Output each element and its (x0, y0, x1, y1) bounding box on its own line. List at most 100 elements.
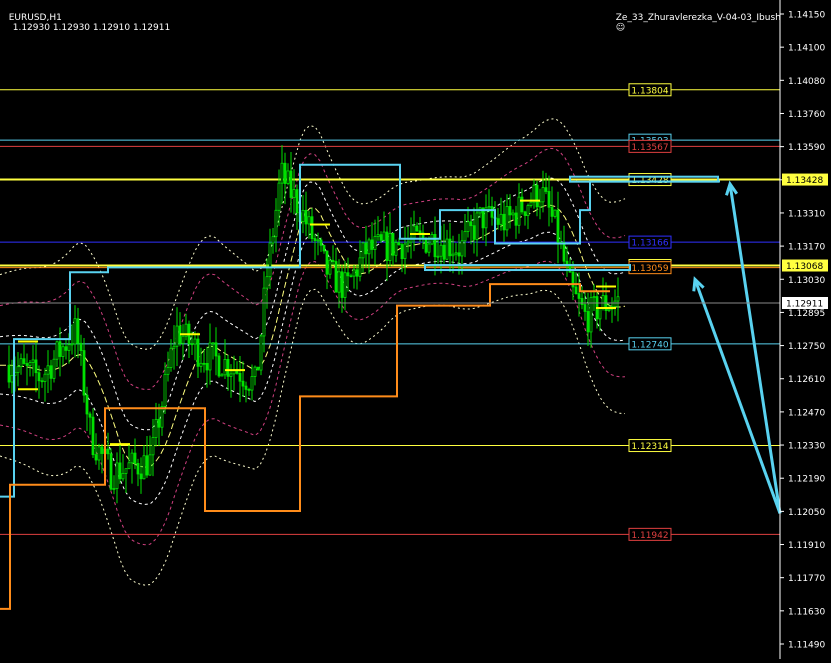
candle-body (517, 196, 521, 226)
candle-body (268, 242, 272, 278)
indicator-name: Ze_33_Zhuravlerezka_V-04-03_Ibush (615, 13, 781, 23)
candle-body (406, 241, 410, 245)
candle-body (475, 212, 479, 240)
axis-tick-label: 1.14080 (788, 77, 825, 87)
candle-body (607, 308, 611, 311)
candle-body (541, 187, 545, 203)
candle-body (397, 242, 401, 245)
candle-body (55, 341, 59, 360)
candle-body (514, 212, 518, 226)
candle-body (355, 269, 359, 277)
candle-body (163, 373, 167, 407)
candle-body (61, 346, 65, 357)
candle-body (217, 355, 221, 377)
candle-body (238, 372, 242, 382)
candle-body (100, 446, 104, 454)
axis-tick-label: 1.11490 (788, 641, 825, 651)
candle-body (370, 239, 374, 250)
axis-tick-label: 1.12750 (788, 342, 825, 352)
candle-body (229, 373, 233, 377)
axis-level-tag-label-1: 1.13068 (786, 262, 823, 272)
candle-body (193, 338, 197, 345)
candle-body (25, 363, 29, 366)
candle-body (145, 455, 149, 476)
candle-body (280, 162, 284, 184)
candle-body (73, 318, 77, 345)
candle-body (388, 233, 392, 261)
axis-tick-label: 1.12895 (788, 309, 825, 319)
candle-body (16, 366, 20, 374)
envelope-mid-upper (0, 147, 626, 391)
ohlc-values: 1.12930 1.12930 1.12910 1.12911 (12, 23, 171, 33)
candle-body (520, 196, 524, 213)
candle-body (457, 252, 461, 257)
candle-body (142, 455, 146, 480)
candle-body (529, 201, 533, 206)
axis-tick-label: 1.13760 (788, 110, 825, 120)
candle-body (547, 191, 551, 208)
chart-canvas: 1.138041.135931.135671.134281.131661.130… (0, 0, 831, 659)
candle-body (286, 170, 290, 184)
axis-tick-label: 1.12050 (788, 508, 825, 518)
candle-body (223, 359, 227, 376)
candle-body (220, 374, 224, 377)
axis-tick-label: 1.12190 (788, 475, 825, 485)
candle-body (124, 468, 128, 474)
candle-body (436, 255, 440, 258)
candle-body (556, 209, 560, 245)
candle-body (313, 238, 317, 241)
candle-body (160, 406, 164, 428)
candle-body (19, 358, 23, 368)
candle-body (580, 298, 584, 305)
candle-body (385, 231, 389, 261)
candle-body (424, 238, 428, 253)
candle-body (109, 453, 113, 490)
axis-tick-label: 1.14150 (788, 11, 825, 21)
candle-body (346, 272, 350, 277)
candle-body (154, 418, 158, 438)
candle-body (289, 170, 293, 198)
candle-body (442, 244, 446, 260)
candle-body (208, 342, 212, 371)
axis-tick-label: 1.13590 (788, 143, 825, 153)
candle-body (265, 276, 269, 289)
arrow-shaft-1 (693, 278, 782, 514)
level-label-9: 1.11942 (631, 531, 668, 541)
candle-body (250, 376, 254, 391)
candle-body (433, 234, 437, 258)
candle-body (358, 257, 362, 277)
candle-body (79, 342, 83, 352)
candle-body (502, 213, 506, 231)
candle-body (583, 304, 587, 312)
candle-body (31, 359, 35, 364)
candle-body (394, 242, 398, 256)
candle-body (121, 472, 125, 480)
axis-tick-label: 1.12330 (788, 442, 825, 452)
candle-body (337, 271, 341, 293)
smiley-icon: ☺ (615, 23, 626, 33)
symbol-timeframe: EURUSD,H1 (8, 13, 62, 23)
candle-body (199, 362, 203, 367)
level-label-6: 1.13059 (631, 264, 668, 274)
candle-body (331, 259, 335, 262)
candle-body (400, 244, 404, 260)
candle-body (166, 367, 170, 375)
candle-body (271, 236, 275, 244)
axis-level-tag-label-0: 1.13428 (786, 176, 823, 186)
candle-body (202, 362, 206, 365)
candle-body (463, 231, 467, 242)
candle-body (169, 347, 173, 368)
candle-body (127, 462, 131, 470)
candle-body (499, 213, 503, 225)
candle-body (262, 287, 266, 337)
candle-body (301, 209, 305, 222)
candle-body (577, 293, 581, 299)
candle-body (277, 182, 281, 211)
candle-body (460, 240, 464, 257)
candle-body (259, 335, 263, 371)
candle-body (196, 338, 200, 367)
candle-body (319, 239, 323, 246)
candle-body (295, 189, 299, 214)
candle-body (58, 341, 62, 357)
candle-body (553, 209, 557, 217)
